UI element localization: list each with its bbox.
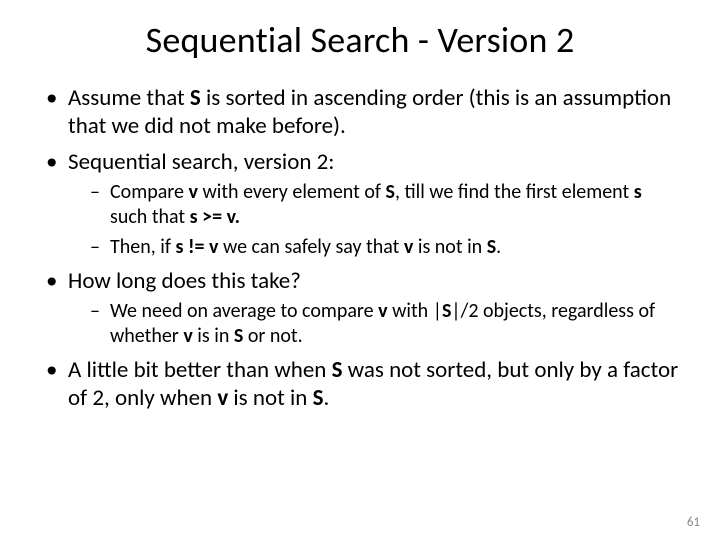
sub-item: Then, if s != v we can safely say that v… xyxy=(90,235,680,259)
sub-list: Compare v with every element of S, till … xyxy=(68,180,680,259)
bold-text: S xyxy=(442,299,451,323)
text: We need on average to compare xyxy=(110,299,378,323)
slide-title: Sequential Search - Version 2 xyxy=(40,18,680,62)
text: How long does this take? xyxy=(68,267,301,295)
text: is in xyxy=(193,324,234,348)
bullet-list: Assume that S is sorted in ascending ord… xyxy=(40,84,680,412)
slide: Sequential Search - Version 2 Assume tha… xyxy=(0,0,720,540)
bold-text: s != v xyxy=(175,235,218,259)
bold-text: s xyxy=(634,180,642,204)
bold-text: v xyxy=(217,384,228,412)
bold-text: v xyxy=(404,235,413,259)
bullet-item: How long does this take? We need on aver… xyxy=(46,267,680,348)
text: A little bit better than when xyxy=(68,356,332,384)
text: . xyxy=(323,384,329,412)
bold-text: S xyxy=(190,84,201,112)
text: . xyxy=(496,235,501,259)
text: such that xyxy=(110,205,190,229)
bold-text: S xyxy=(234,324,243,348)
sub-list: We need on average to compare v with |S|… xyxy=(68,299,680,348)
text: or not. xyxy=(243,324,302,348)
text: , till we find the first element xyxy=(395,180,634,204)
text: is not in xyxy=(228,384,312,412)
bold-text: s >= v. xyxy=(190,205,240,229)
text: with every element of xyxy=(198,180,386,204)
bold-text: v xyxy=(378,299,387,323)
sub-item: We need on average to compare v with |S|… xyxy=(90,299,680,348)
text: Assume that xyxy=(68,84,190,112)
text: is not in xyxy=(413,235,486,259)
text: Then, if xyxy=(110,235,175,259)
bold-text: S xyxy=(487,235,496,259)
bullet-item: A little bit better than when S was not … xyxy=(46,356,680,412)
bold-text: S xyxy=(332,356,343,384)
sub-item: Compare v with every element of S, till … xyxy=(90,180,680,229)
bullet-item: Assume that S is sorted in ascending ord… xyxy=(46,84,680,140)
text: with | xyxy=(388,299,442,323)
text: we can safely say that xyxy=(218,235,403,259)
bold-text: S xyxy=(386,180,395,204)
text: Sequential search, version 2: xyxy=(68,148,334,176)
page-number: 61 xyxy=(687,515,700,530)
bold-text: v xyxy=(188,180,197,204)
bold-text: v xyxy=(183,324,192,348)
bold-text: S xyxy=(313,384,324,412)
text: Compare xyxy=(110,180,188,204)
bullet-item: Sequential search, version 2: Compare v … xyxy=(46,148,680,259)
